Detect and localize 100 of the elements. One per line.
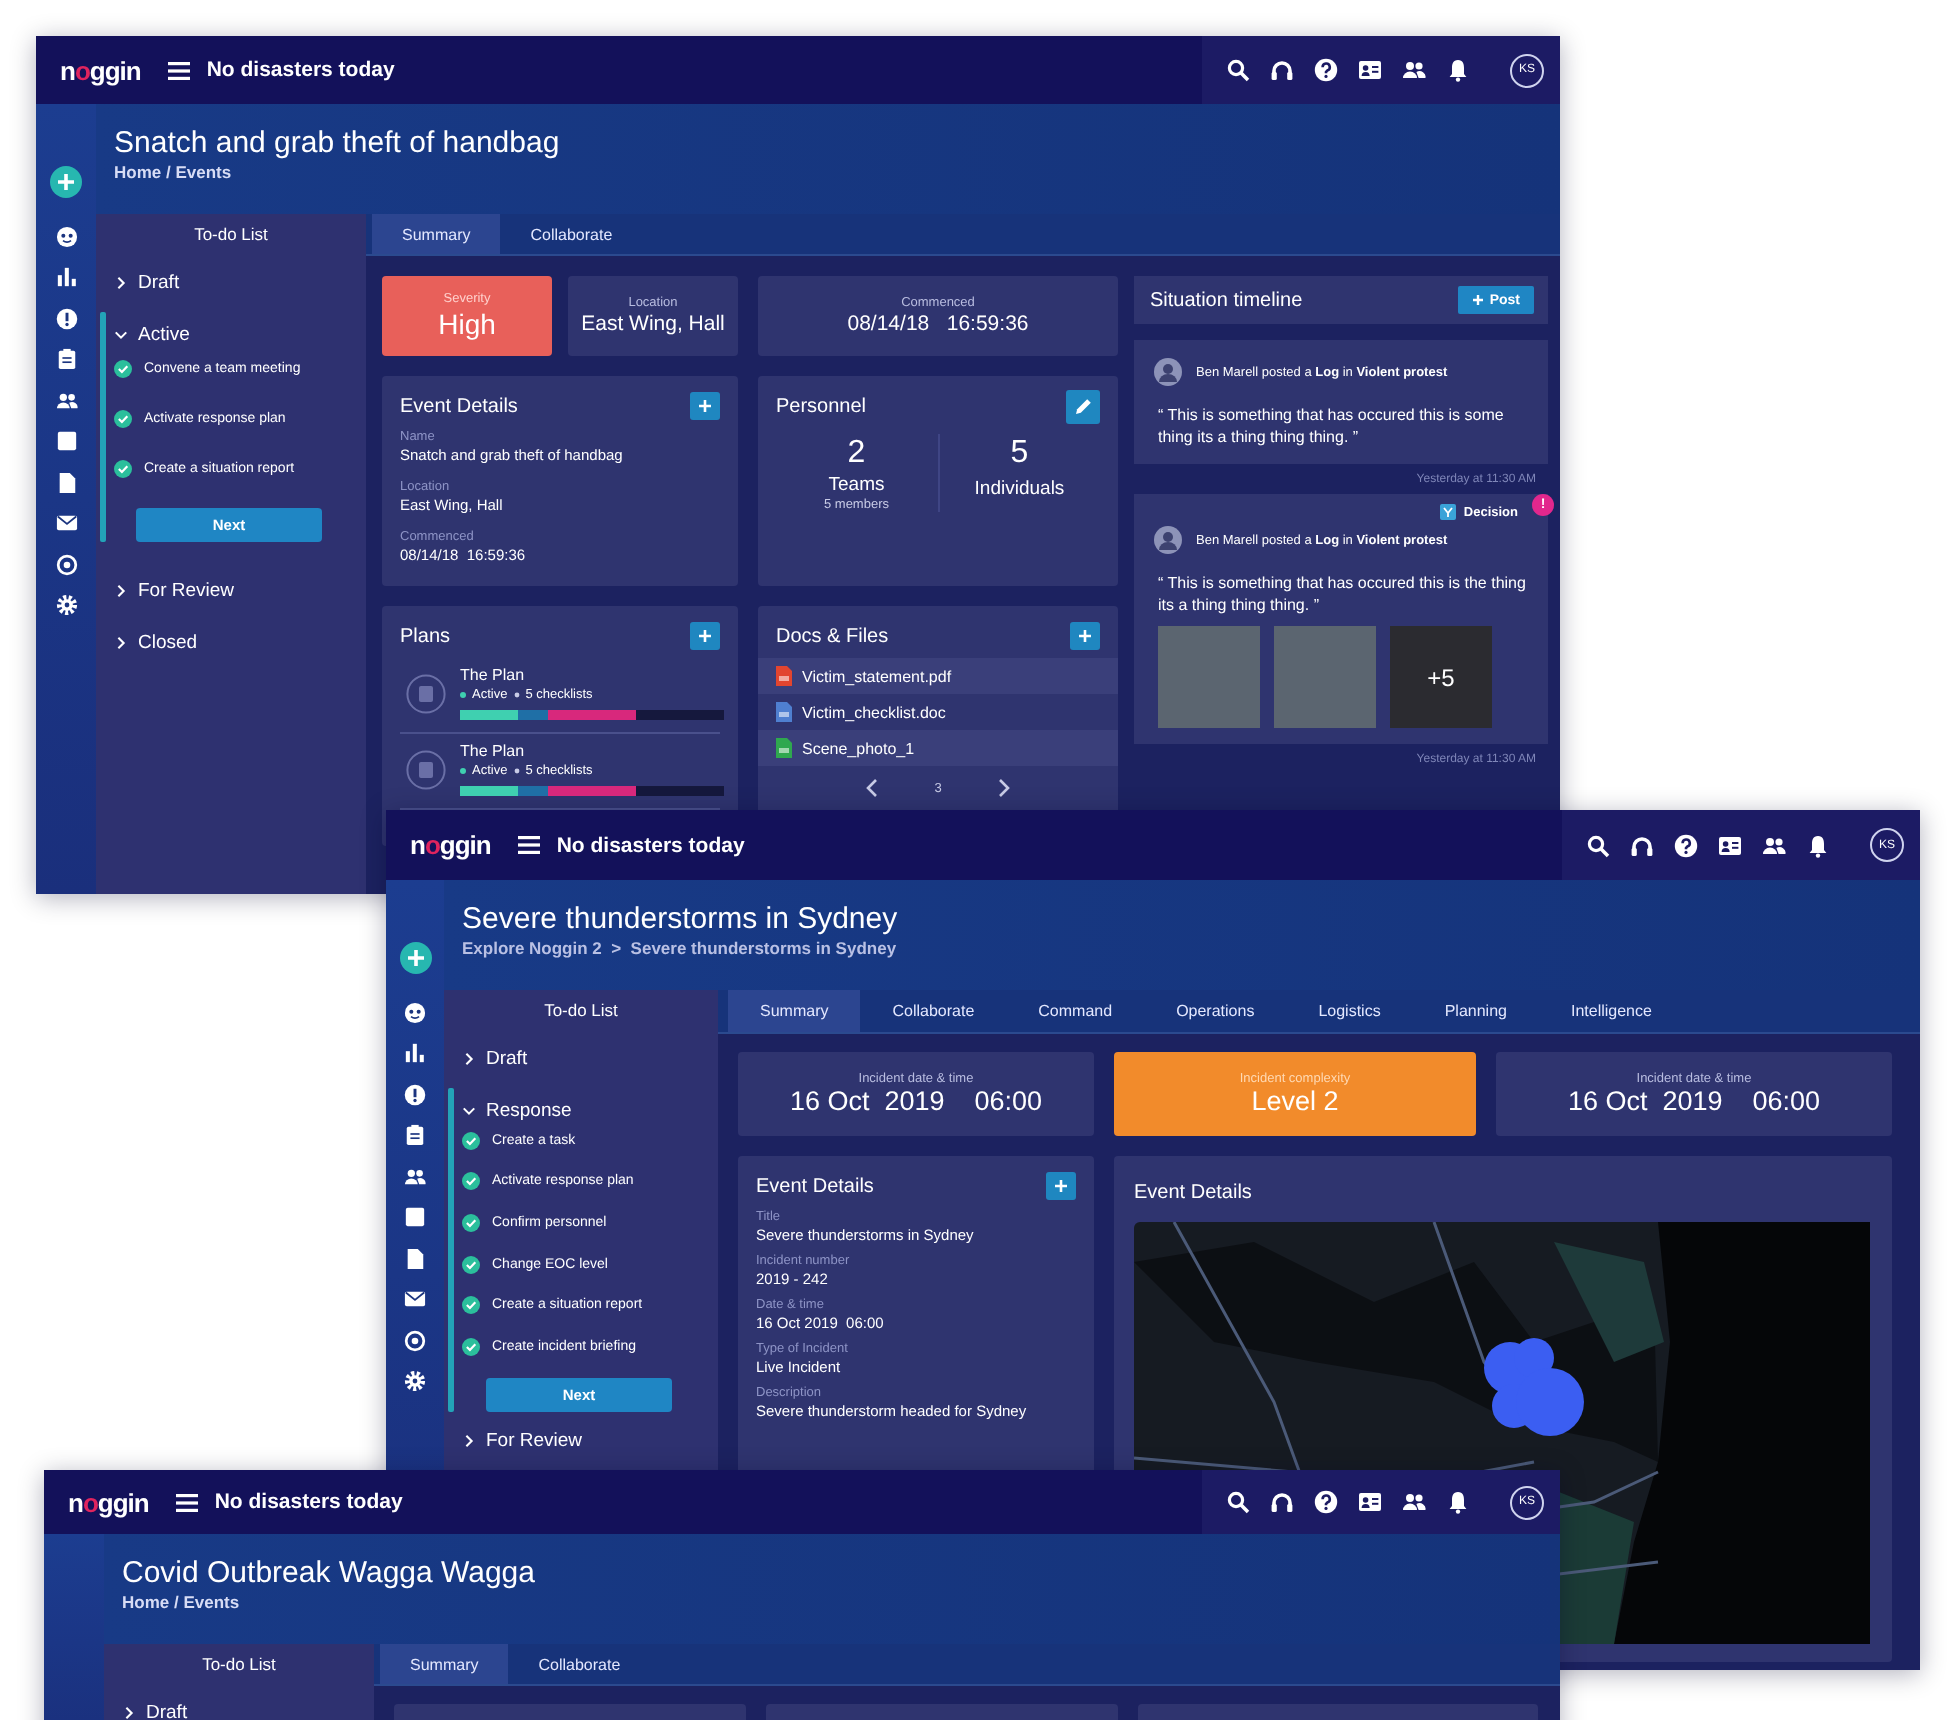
card-title: Situation timeline <box>1150 289 1303 311</box>
tab[interactable]: Collaborate <box>860 990 1007 1032</box>
breadcrumb: Home / Events <box>122 1592 242 1614</box>
add-button[interactable] <box>690 622 720 650</box>
logo[interactable]: noggin <box>68 1487 149 1517</box>
status-dot <box>460 768 466 774</box>
file-row[interactable]: Victim_checklist.doc <box>758 694 1118 730</box>
tab[interactable]: Command <box>1006 990 1145 1032</box>
search-icon[interactable] <box>1226 58 1250 82</box>
more-photos[interactable]: +5 <box>1390 626 1492 728</box>
check-icon[interactable] <box>114 360 132 378</box>
help-icon[interactable] <box>1314 58 1338 82</box>
check-icon[interactable] <box>462 1213 480 1232</box>
count-label: Individuals <box>974 478 1065 502</box>
group-header[interactable]: Draft <box>96 256 366 308</box>
people-icon[interactable] <box>404 1165 426 1187</box>
search-icon[interactable] <box>1586 833 1610 857</box>
dial-icon[interactable] <box>55 553 77 575</box>
contact-card-icon[interactable] <box>1718 833 1742 857</box>
bell-icon[interactable] <box>1446 1490 1470 1514</box>
plan-title[interactable]: The Plan <box>460 666 724 686</box>
edit-button[interactable] <box>1066 389 1100 423</box>
check-icon[interactable] <box>462 1255 480 1274</box>
square-icon[interactable] <box>55 430 77 452</box>
tab[interactable]: Summary <box>728 990 861 1032</box>
alert-icon[interactable] <box>404 1083 426 1105</box>
mail-icon[interactable] <box>55 512 77 534</box>
settings-icon[interactable] <box>404 1370 426 1392</box>
add-button[interactable] <box>1070 622 1100 650</box>
alert-icon[interactable] <box>55 307 77 329</box>
tab[interactable]: Collaborate <box>500 214 643 254</box>
tab[interactable]: Planning <box>1412 990 1539 1032</box>
help-icon[interactable] <box>1674 833 1698 857</box>
chevron-right-icon[interactable] <box>997 778 1010 798</box>
tab[interactable]: Operations <box>1144 990 1287 1032</box>
bell-icon[interactable] <box>1446 58 1470 82</box>
file-row[interactable]: Victim_statement.pdf <box>758 658 1118 694</box>
page-title: Snatch and grab theft of handbag <box>114 126 562 162</box>
settings-icon[interactable] <box>55 594 77 616</box>
people-icon[interactable] <box>1402 1490 1426 1514</box>
check-icon[interactable] <box>462 1337 480 1356</box>
menu-icon[interactable] <box>518 836 541 854</box>
people-icon[interactable] <box>55 389 77 411</box>
check-icon[interactable] <box>114 410 132 428</box>
check-icon[interactable] <box>114 460 132 478</box>
group-header[interactable]: Response <box>444 1084 718 1136</box>
bell-icon[interactable] <box>1806 833 1830 857</box>
face-icon[interactable] <box>55 225 77 247</box>
bar-chart-icon[interactable] <box>404 1042 426 1064</box>
plan-title[interactable]: The Plan <box>460 742 724 762</box>
dial-icon[interactable] <box>404 1329 426 1351</box>
search-icon[interactable] <box>1226 1490 1250 1514</box>
logo[interactable]: noggin <box>410 830 491 860</box>
check-icon[interactable] <box>462 1296 480 1315</box>
clipboard-icon[interactable] <box>404 1124 426 1146</box>
bar-chart-icon[interactable] <box>55 266 77 288</box>
clipboard-icon[interactable] <box>55 348 77 370</box>
people-icon[interactable] <box>1762 833 1786 857</box>
add-icon[interactable] <box>399 942 431 974</box>
group-header[interactable]: Active <box>96 308 366 360</box>
menu-icon[interactable] <box>176 1493 199 1511</box>
group-header[interactable]: Draft <box>104 1686 374 1720</box>
group-header[interactable]: Closed <box>96 616 366 668</box>
add-button[interactable] <box>690 392 720 420</box>
stat-value: 16 Oct 2019 06:00 <box>789 1086 1043 1116</box>
add-icon[interactable] <box>50 166 82 198</box>
contact-card-icon[interactable] <box>1358 58 1382 82</box>
tab[interactable]: Summary <box>372 214 501 254</box>
mail-icon[interactable] <box>404 1288 426 1310</box>
count: 2 <box>847 434 866 474</box>
headset-icon[interactable] <box>1630 833 1654 857</box>
headset-icon[interactable] <box>1270 58 1294 82</box>
group-header[interactable]: Draft <box>444 1032 718 1084</box>
document-icon[interactable] <box>55 471 77 493</box>
menu-icon[interactable] <box>168 61 191 79</box>
document-icon[interactable] <box>404 1247 426 1269</box>
group-header[interactable]: For Review <box>96 564 366 616</box>
add-button[interactable] <box>1046 1172 1076 1200</box>
marker-cluster[interactable] <box>1484 1338 1584 1436</box>
chevron-left-icon[interactable] <box>866 778 879 798</box>
face-icon[interactable] <box>404 1001 426 1023</box>
help-icon[interactable] <box>1314 1490 1338 1514</box>
contact-card-icon[interactable] <box>1358 1490 1382 1514</box>
avatar-icon <box>1154 358 1182 386</box>
logo[interactable]: noggin <box>60 55 141 85</box>
file-row[interactable]: Scene_photo_1 <box>758 730 1118 766</box>
tab[interactable]: Logistics <box>1286 990 1413 1032</box>
page-title: Covid Outbreak Wagga Wagga <box>122 1556 537 1592</box>
card-title: Event Details <box>756 1175 874 1197</box>
square-icon[interactable] <box>404 1206 426 1228</box>
tab[interactable]: Summary <box>380 1644 509 1684</box>
tab[interactable]: Intelligence <box>1538 990 1684 1032</box>
panel-title: To-do List <box>542 998 620 1024</box>
count-label: Teams <box>828 474 885 498</box>
people-icon[interactable] <box>1402 58 1426 82</box>
group-header[interactable]: For Review <box>444 1415 718 1468</box>
check-icon[interactable] <box>462 1172 480 1191</box>
tab[interactable]: Collaborate <box>508 1644 651 1684</box>
headset-icon[interactable] <box>1270 1490 1294 1514</box>
check-icon[interactable] <box>462 1131 480 1150</box>
